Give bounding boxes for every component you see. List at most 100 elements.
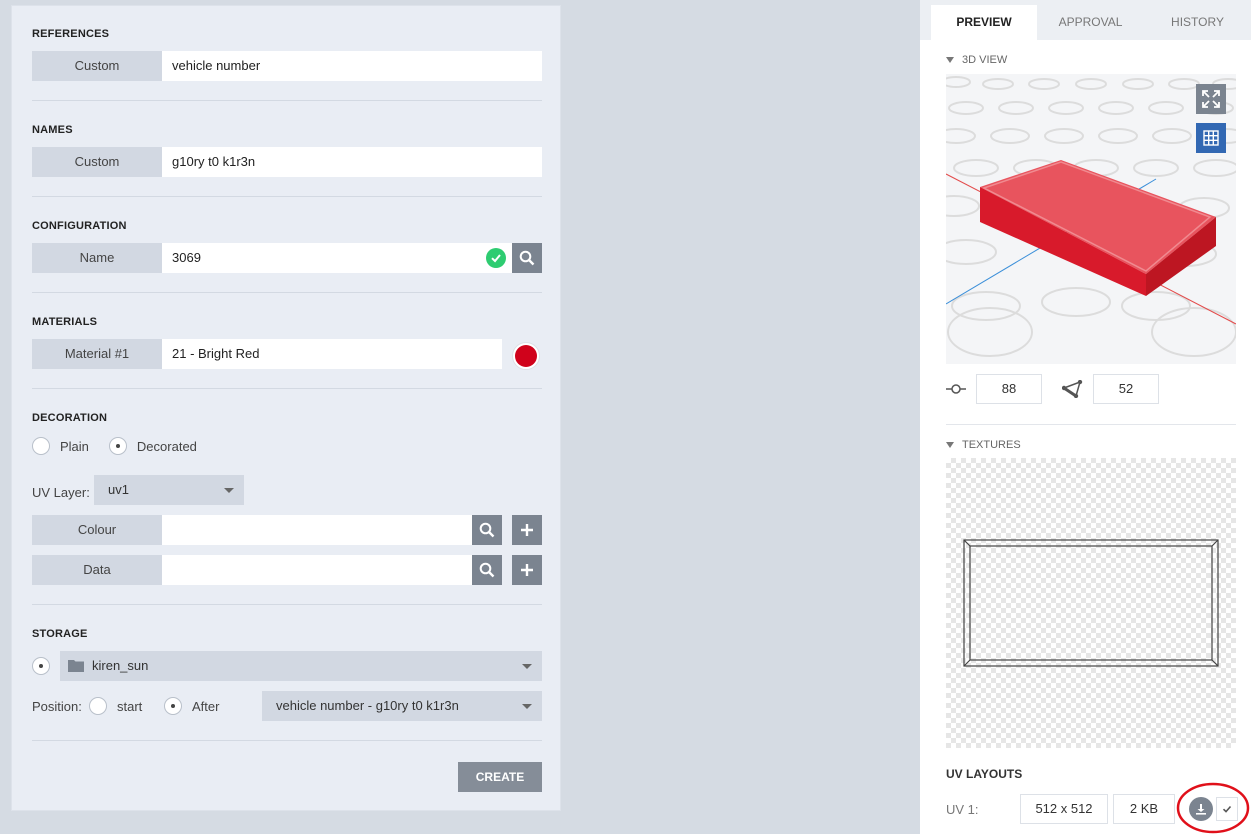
grid-icon bbox=[1203, 130, 1219, 146]
position-start-label: start bbox=[117, 699, 143, 714]
texture-preview bbox=[946, 458, 1236, 748]
colour-search-button[interactable] bbox=[472, 515, 502, 545]
materials-label: Material #1 bbox=[32, 339, 162, 369]
3d-viewport[interactable] bbox=[946, 74, 1236, 364]
vertex-icon bbox=[946, 384, 966, 394]
names-title: NAMES bbox=[32, 124, 73, 136]
check-circle-icon bbox=[486, 248, 506, 268]
position-start-radio[interactable] bbox=[89, 697, 107, 715]
create-form-panel: REFERENCES Custom vehicle number NAMES C… bbox=[11, 5, 561, 811]
3d-scene bbox=[946, 76, 1236, 357]
colour-row: Colour bbox=[32, 515, 542, 545]
configuration-row: Name 3069 bbox=[32, 243, 542, 273]
textures-title: TEXTURES bbox=[962, 439, 1021, 451]
decorated-radio[interactable] bbox=[108, 437, 127, 455]
uv-layer-select[interactable]: uv1 bbox=[94, 475, 244, 505]
uv1-size: 512 x 512 bbox=[1020, 794, 1108, 824]
divider bbox=[32, 196, 542, 197]
names-input[interactable]: g10ry t0 k1r3n bbox=[162, 147, 542, 177]
storage-folder-value: kiren_sun bbox=[92, 658, 149, 673]
configuration-label: Name bbox=[32, 243, 162, 273]
uv-layer-label: UV Layer: bbox=[32, 485, 90, 500]
colour-input[interactable] bbox=[162, 515, 472, 545]
configuration-search-button[interactable] bbox=[512, 243, 542, 273]
storage-folder-select[interactable]: kiren_sun bbox=[60, 651, 542, 681]
configuration-section: CONFIGURATION Name 3069 bbox=[32, 219, 542, 273]
divider bbox=[32, 388, 542, 389]
materials-title: MATERIALS bbox=[32, 316, 98, 328]
configuration-name-value: 3069 bbox=[172, 250, 201, 265]
storage-section: STORAGE kiren_sun Position: start After … bbox=[32, 627, 542, 721]
decorated-label: Decorated bbox=[136, 438, 197, 454]
position-after-radio[interactable] bbox=[164, 697, 182, 715]
configuration-name-input[interactable]: 3069 bbox=[162, 243, 512, 273]
folder-icon bbox=[68, 660, 84, 672]
data-row: Data bbox=[32, 555, 542, 585]
chevron-down-icon bbox=[224, 488, 234, 493]
plus-icon bbox=[521, 564, 533, 576]
references-section: REFERENCES Custom vehicle number bbox=[32, 27, 542, 81]
divider bbox=[946, 424, 1236, 425]
materials-section: MATERIALS Material #1 21 - Bright Red bbox=[32, 315, 542, 370]
create-button[interactable]: CREATE bbox=[458, 762, 542, 792]
collapse-triangle-icon bbox=[946, 57, 954, 64]
plain-radio[interactable] bbox=[32, 437, 50, 455]
colour-add-button[interactable] bbox=[512, 515, 542, 545]
tab-approval[interactable]: APPROVAL bbox=[1038, 5, 1143, 40]
names-row: Custom g10ry t0 k1r3n bbox=[32, 147, 542, 177]
position-label: Position: bbox=[32, 699, 82, 714]
triangle-count: 52 bbox=[1093, 374, 1159, 404]
chevron-down-icon bbox=[522, 704, 532, 709]
names-section: NAMES Custom g10ry t0 k1r3n bbox=[32, 123, 542, 177]
position-after-select[interactable]: vehicle number - g10ry t0 k1r3n bbox=[262, 691, 542, 721]
plain-label: Plain bbox=[60, 438, 89, 454]
storage-radio[interactable] bbox=[32, 657, 50, 675]
textures-header[interactable]: TEXTURES bbox=[946, 439, 1021, 451]
vertex-count: 88 bbox=[976, 374, 1042, 404]
material-input[interactable]: 21 - Bright Red bbox=[162, 339, 502, 369]
tab-preview[interactable]: PREVIEW bbox=[931, 5, 1037, 40]
data-search-button[interactable] bbox=[472, 555, 502, 585]
data-input[interactable] bbox=[162, 555, 472, 585]
tab-history[interactable]: HISTORY bbox=[1144, 5, 1251, 40]
search-icon bbox=[519, 250, 535, 266]
view3d-header[interactable]: 3D VIEW bbox=[946, 54, 1007, 66]
plus-icon bbox=[521, 524, 533, 536]
material-color-swatch[interactable] bbox=[512, 342, 540, 370]
colour-label: Colour bbox=[32, 515, 162, 545]
highlight-circle-annotation bbox=[1176, 782, 1250, 834]
decoration-title: DECORATION bbox=[32, 412, 108, 424]
chevron-down-icon bbox=[522, 664, 532, 669]
divider bbox=[32, 292, 542, 293]
materials-row: Material #1 21 - Bright Red bbox=[32, 339, 502, 369]
divider bbox=[32, 100, 542, 101]
preview-tabbar: PREVIEW APPROVAL HISTORY bbox=[920, 0, 1251, 40]
divider bbox=[32, 740, 542, 741]
view3d-title: 3D VIEW bbox=[962, 54, 1008, 66]
position-after-label: After bbox=[192, 699, 220, 714]
data-add-button[interactable] bbox=[512, 555, 542, 585]
triangle-mesh-icon bbox=[1062, 380, 1083, 398]
search-icon bbox=[479, 522, 495, 538]
fullscreen-button[interactable] bbox=[1196, 84, 1226, 114]
uv-layouts-title: UV LAYOUTS bbox=[946, 767, 1023, 781]
references-label: Custom bbox=[32, 51, 162, 81]
position-after-value: vehicle number - g10ry t0 k1r3n bbox=[276, 698, 459, 713]
uv-layer-value: uv1 bbox=[108, 482, 129, 497]
search-icon bbox=[479, 562, 495, 578]
names-label: Custom bbox=[32, 147, 162, 177]
uv-layout-outline bbox=[963, 539, 1219, 667]
divider bbox=[32, 604, 542, 605]
grid-toggle-button[interactable] bbox=[1196, 123, 1226, 153]
configuration-title: CONFIGURATION bbox=[32, 220, 127, 232]
storage-title: STORAGE bbox=[32, 628, 88, 640]
expand-icon bbox=[1202, 90, 1220, 108]
material-color-dot bbox=[515, 345, 537, 367]
decoration-section: DECORATION Plain Decorated UV Layer: uv1… bbox=[32, 411, 542, 585]
decoration-options: Plain Decorated bbox=[32, 437, 197, 455]
references-input[interactable]: vehicle number bbox=[162, 51, 542, 81]
references-row: Custom vehicle number bbox=[32, 51, 542, 81]
references-title: REFERENCES bbox=[32, 28, 110, 40]
preview-panel: PREVIEW APPROVAL HISTORY 3D VIEW 88 52 T… bbox=[920, 0, 1251, 834]
uv1-label: UV 1: bbox=[946, 802, 979, 817]
